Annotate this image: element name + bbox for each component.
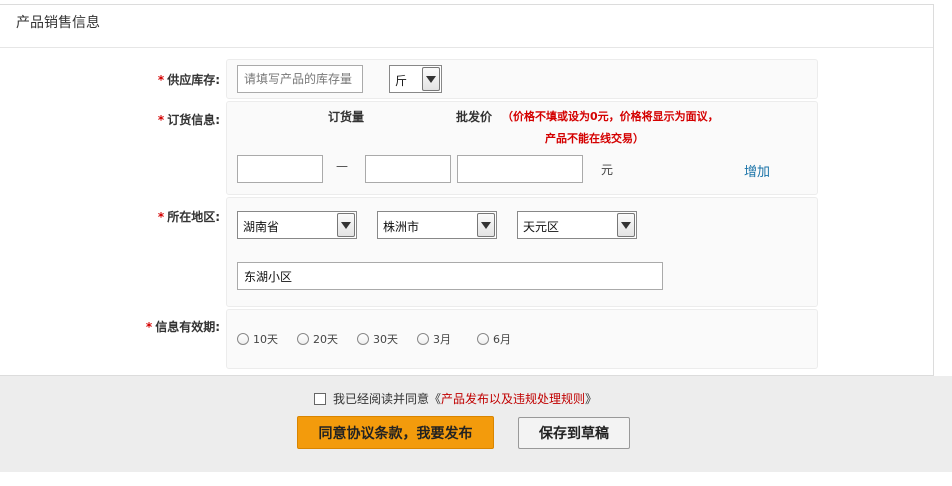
- stock-unit-select[interactable]: 斤: [389, 65, 442, 93]
- validity-label: * 信息有效期:: [145, 320, 220, 334]
- stock-label: * 供应库存:: [157, 73, 220, 87]
- radio-icon: [477, 333, 489, 345]
- radio-icon: [297, 333, 309, 345]
- required-star: *: [145, 320, 153, 334]
- radio-icon: [357, 333, 369, 345]
- validity-option-3m[interactable]: 3月: [417, 331, 451, 347]
- required-star: *: [157, 113, 165, 127]
- order-label: * 订货信息:: [157, 113, 220, 127]
- validity-option-10d[interactable]: 10天: [237, 331, 278, 347]
- district-select[interactable]: 天元区: [517, 211, 637, 239]
- currency-label: 元: [601, 163, 614, 177]
- min-qty-input[interactable]: [237, 155, 323, 183]
- submit-footer: 我已经阅读并同意《 产品发布以及违规处理规则 》 同意协议条款，我要发布 保存到…: [0, 376, 952, 472]
- chevron-down-icon: [337, 213, 355, 237]
- radio-icon: [417, 333, 429, 345]
- required-star: *: [157, 210, 165, 224]
- agreement-line: 我已经阅读并同意《 产品发布以及违规处理规则 》: [314, 390, 597, 407]
- province-select[interactable]: 湖南省: [237, 211, 357, 239]
- city-select[interactable]: 株洲市: [377, 211, 497, 239]
- validity-option-20d[interactable]: 20天: [297, 331, 338, 347]
- region-label: * 所在地区:: [157, 210, 220, 224]
- qty-header: 订货量: [328, 110, 365, 124]
- price-note-line1: （价格不填或设为0元，价格将显示为面议，: [502, 110, 719, 123]
- stock-input[interactable]: [237, 65, 363, 93]
- chevron-down-icon: [617, 213, 635, 237]
- rules-link[interactable]: 产品发布以及违规处理规则: [441, 390, 585, 407]
- validity-option-6m[interactable]: 6月: [477, 331, 511, 347]
- radio-icon: [237, 333, 249, 345]
- max-qty-input[interactable]: [365, 155, 451, 183]
- required-star: *: [157, 73, 165, 87]
- add-price-link[interactable]: 增加: [744, 161, 770, 180]
- chevron-down-icon: [422, 67, 440, 91]
- price-note-line2: 产品不能在线交易）: [545, 132, 644, 145]
- save-draft-button[interactable]: 保存到草稿: [518, 417, 630, 449]
- price-input[interactable]: [457, 155, 583, 183]
- price-header: 批发价: [456, 110, 493, 124]
- product-sales-panel: 产品销售信息 *供应库存: 斤 *订货信息: 订货量 批发价 （价格不填或设为0…: [0, 4, 934, 376]
- panel-title: 产品销售信息: [0, 5, 933, 48]
- publish-button[interactable]: 同意协议条款，我要发布: [297, 416, 494, 449]
- chevron-down-icon: [477, 213, 495, 237]
- range-dash: —: [336, 159, 348, 173]
- validity-option-30d[interactable]: 30天: [357, 331, 398, 347]
- address-input[interactable]: [237, 262, 663, 290]
- agree-checkbox[interactable]: [314, 392, 326, 405]
